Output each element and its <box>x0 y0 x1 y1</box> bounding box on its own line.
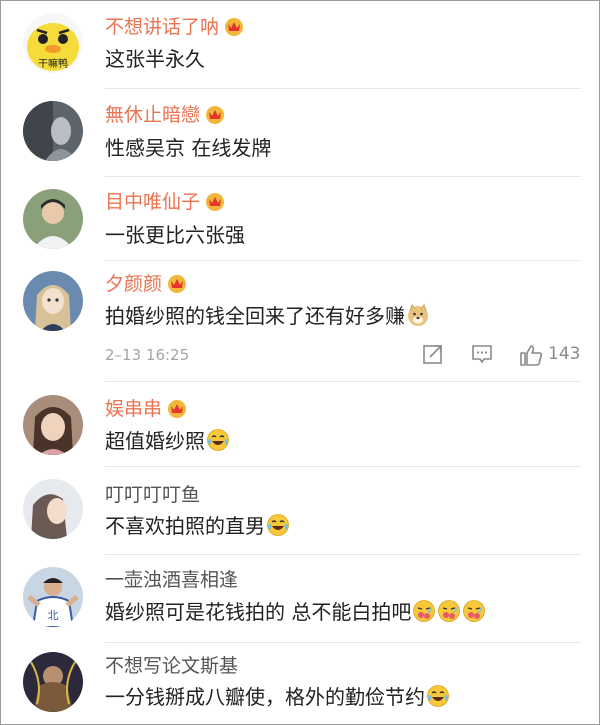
comment-text: 婚纱照可是花钱拍的 总不能白拍吧 <box>105 598 486 626</box>
pale-portrait-avatar[interactable] <box>23 479 83 539</box>
username[interactable]: 目中唯仙子 <box>105 190 226 214</box>
vip-crown-icon <box>204 104 226 124</box>
username[interactable]: 叮叮叮叮鱼 <box>105 483 200 507</box>
comment-text: 这张半永久 <box>105 47 205 71</box>
username[interactable]: 夕颜颜 <box>105 272 188 296</box>
divider <box>105 88 581 89</box>
divider <box>105 554 581 555</box>
athlete-avatar[interactable]: 北 <box>23 567 83 627</box>
comment-list: 干嘛鸭 不想讲话了呐 这张半永久 無休止暗戀 性感吴京 在线发牌 目中唯仙子 一… <box>0 0 600 725</box>
dark-fantasy-avatar[interactable] <box>23 652 83 712</box>
laugh-cry-emoji <box>206 428 230 452</box>
vip-crown-icon <box>166 398 188 418</box>
laugh-cry-emoji <box>266 513 290 537</box>
vip-crown-icon <box>204 191 226 211</box>
svg-text:北: 北 <box>48 609 59 622</box>
woman-portrait-avatar[interactable] <box>23 395 83 455</box>
avatar-label: 干嘛鸭 <box>38 57 68 70</box>
username[interactable]: 娱串串 <box>105 397 188 421</box>
man-portrait-avatar[interactable] <box>23 189 83 249</box>
divider <box>105 260 581 261</box>
drooling-emoji <box>412 599 436 623</box>
vip-crown-icon <box>166 273 188 293</box>
gray-photo-avatar[interactable] <box>23 101 83 161</box>
divider <box>105 381 581 382</box>
like-count: 143 <box>548 344 581 364</box>
yellow-duck-avatar[interactable]: 干嘛鸭 <box>23 13 83 73</box>
laugh-cry-emoji <box>426 684 450 708</box>
username[interactable]: 無休止暗戀 <box>105 103 226 127</box>
drooling-emoji <box>462 599 486 623</box>
divider <box>105 176 581 177</box>
username[interactable]: 不想写论文斯基 <box>105 654 238 678</box>
vip-crown-icon <box>223 16 245 36</box>
doge-emoji <box>406 303 430 327</box>
divider <box>105 466 581 467</box>
username[interactable]: 一壶浊酒喜相逢 <box>105 568 238 592</box>
comment-text: 超值婚纱照 <box>105 427 230 455</box>
share-icon[interactable] <box>422 343 444 365</box>
username[interactable]: 不想讲话了呐 <box>105 15 245 39</box>
comment-timestamp: 2–13 16:25 <box>105 346 190 364</box>
anime-girl-avatar[interactable] <box>23 271 83 331</box>
comment-icon[interactable] <box>471 343 493 365</box>
comment-text: 一分钱掰成八瓣使，格外的勤俭节约 <box>105 683 450 711</box>
comment-text: 拍婚纱照的钱全回来了还有好多赚 <box>105 302 430 330</box>
divider <box>105 642 581 643</box>
comment-text: 不喜欢拍照的直男 <box>105 512 290 540</box>
drooling-emoji <box>437 599 461 623</box>
comment-text: 一张更比六张强 <box>105 223 245 247</box>
like-icon[interactable] <box>519 343 543 367</box>
comment-text: 性感吴京 在线发牌 <box>105 136 272 160</box>
